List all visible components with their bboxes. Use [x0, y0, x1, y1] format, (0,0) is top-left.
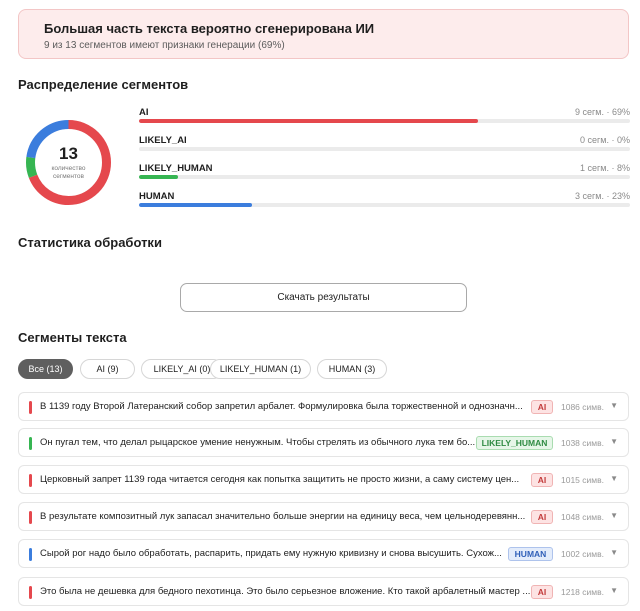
dist-row-stat: 1 сегм. · 8% — [580, 163, 630, 173]
chevron-down-icon[interactable]: ▼ — [610, 586, 618, 595]
segment-length: 1218 симв. — [561, 587, 604, 597]
segment-label-badge: HUMAN — [508, 547, 553, 561]
warning-subtitle: 9 из 13 сегментов имеют признаки генерац… — [44, 40, 285, 51]
segment-donut-chart — [26, 120, 111, 205]
chevron-down-icon[interactable]: ▼ — [610, 401, 618, 410]
chevron-down-icon[interactable]: ▼ — [610, 474, 618, 483]
segment-length: 1038 симв. — [561, 438, 604, 448]
segment-length: 1015 симв. — [561, 475, 604, 485]
distribution-heading: Распределение сегментов — [18, 77, 189, 92]
dist-progress-track — [139, 147, 630, 151]
chevron-down-icon[interactable]: ▼ — [610, 511, 618, 520]
dist-row-stat: 3 сегм. · 23% — [575, 191, 630, 201]
dist-row-name: AI — [139, 107, 149, 118]
filter-likely-human[interactable]: LIKELY_HUMAN (1) — [210, 359, 311, 379]
segment-label-badge: LIKELY_HUMAN — [476, 436, 553, 450]
segment-length: 1086 симв. — [561, 402, 604, 412]
segment-color-marker — [29, 586, 32, 599]
segment-color-marker — [29, 548, 32, 561]
dist-row-likely-ai: LIKELY_AI 0 сегм. · 0% — [139, 135, 630, 155]
dist-row-ai: AI 9 сегм. · 69% — [139, 107, 630, 127]
segment-row[interactable]: Это была не дешевка для бедного пехотинц… — [18, 577, 629, 606]
dist-progress-fill — [139, 203, 252, 207]
filter-ai[interactable]: AI (9) — [80, 359, 135, 379]
dist-row-stat: 0 сегм. · 0% — [580, 135, 630, 145]
dist-row-name: HUMAN — [139, 191, 175, 202]
processing-stats-heading: Статистика обработки — [18, 235, 162, 250]
segment-label-badge: AI — [531, 400, 553, 414]
segment-color-marker — [29, 401, 32, 414]
chevron-down-icon[interactable]: ▼ — [610, 548, 618, 557]
segment-text: Он пугал тем, что делал рыцарское умение… — [40, 437, 476, 448]
dist-progress-track — [139, 175, 630, 179]
segment-color-marker — [29, 511, 32, 524]
warning-title: Большая часть текста вероятно сгенериров… — [44, 21, 375, 36]
dist-progress-track — [139, 203, 630, 207]
dist-progress-track — [139, 119, 630, 123]
segment-label-badge: AI — [531, 473, 553, 487]
segments-heading: Сегменты текста — [18, 330, 127, 345]
dist-row-likely-human: LIKELY_HUMAN 1 сегм. · 8% — [139, 163, 630, 183]
segment-text: Сырой рог надо было обработать, распарит… — [40, 548, 502, 559]
segment-label-badge: AI — [531, 585, 553, 599]
segment-color-marker — [29, 437, 32, 450]
segment-color-marker — [29, 474, 32, 487]
segment-row[interactable]: Он пугал тем, что делал рыцарское умение… — [18, 428, 629, 457]
dist-row-stat: 9 сегм. · 69% — [575, 107, 630, 117]
filter-all[interactable]: Все (13) — [18, 359, 73, 379]
segment-text: Церковный запрет 1139 года читается сего… — [40, 474, 520, 485]
segment-row[interactable]: В 1139 году Второй Латеранский собор зап… — [18, 392, 629, 421]
dist-progress-fill — [139, 175, 179, 179]
chevron-down-icon[interactable]: ▼ — [610, 437, 618, 446]
dist-progress-fill — [139, 119, 478, 123]
segment-row[interactable]: Церковный запрет 1139 года читается сего… — [18, 465, 629, 494]
filter-human[interactable]: HUMAN (3) — [317, 359, 387, 379]
segment-text: В 1139 году Второй Латеранский собор зап… — [40, 401, 523, 412]
segment-label-badge: AI — [531, 510, 553, 524]
dist-row-name: LIKELY_AI — [139, 135, 187, 146]
segment-text: В результате композитный лук запасал зна… — [40, 511, 526, 522]
ai-warning-banner: Большая часть текста вероятно сгенериров… — [18, 9, 629, 59]
segment-row[interactable]: В результате композитный лук запасал зна… — [18, 502, 629, 531]
segment-length: 1048 симв. — [561, 512, 604, 522]
segment-text: Это была не дешевка для бедного пехотинц… — [40, 586, 531, 597]
dist-row-name: LIKELY_HUMAN — [139, 163, 213, 174]
dist-row-human: HUMAN 3 сегм. · 23% — [139, 191, 630, 211]
segment-length: 1002 симв. — [561, 549, 604, 559]
segment-row[interactable]: Сырой рог надо было обработать, распарит… — [18, 539, 629, 568]
download-results-button[interactable]: Скачать результаты — [180, 283, 467, 312]
